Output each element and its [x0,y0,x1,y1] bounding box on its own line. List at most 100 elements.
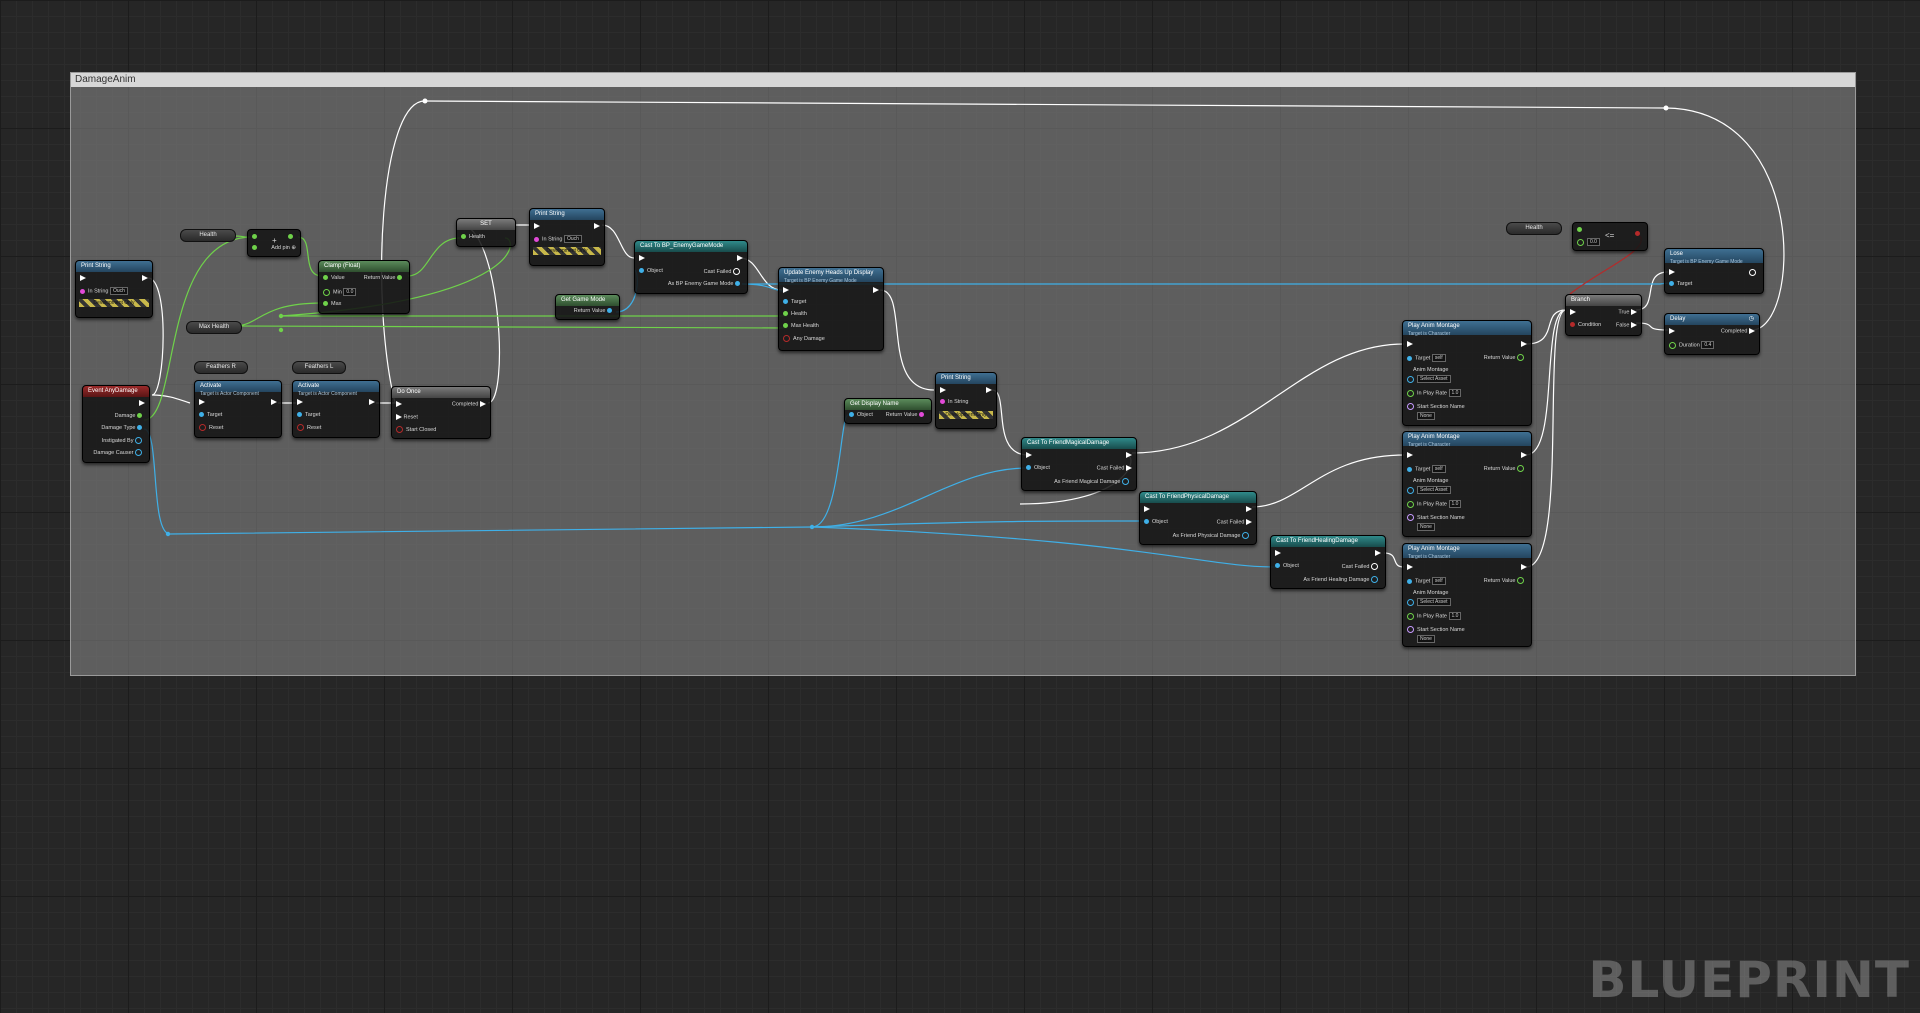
exec-in-pin[interactable] [1669,269,1675,275]
compare-value-field[interactable]: 0.0 [1587,238,1600,246]
exec-in-pin[interactable] [396,401,402,407]
exec-in-pin[interactable] [1144,506,1150,512]
set-health-node[interactable]: SET Health [456,218,516,247]
max-health-variable[interactable]: Max Health [186,321,242,334]
object-pin[interactable] [1242,532,1249,539]
exec-out-pin[interactable] [1521,452,1527,458]
object-pin[interactable] [1026,465,1031,471]
comment-title[interactable]: DamageAnim [71,73,1855,87]
event-any-damage-node[interactable]: Event AnyDamage Damage Damage Type Insti… [82,385,150,463]
float-pin[interactable] [1517,354,1524,361]
print-string-node-2[interactable]: Print String In String Ouch Development … [529,208,605,266]
min-value-field[interactable]: 0.0 [343,288,357,296]
object-pin[interactable] [199,412,204,418]
health-variable-2[interactable]: Health [1506,222,1562,235]
float-pin[interactable] [323,275,328,281]
exec-out-pin[interactable] [1375,550,1381,556]
play-anim-montage-node-3[interactable]: Play Anim Montage Target is Character Tar… [1402,543,1532,647]
add-node[interactable]: + Add pin ⊕ [247,229,301,257]
string-pin[interactable] [940,399,945,405]
object-pin[interactable] [137,425,142,431]
feathers-l-variable[interactable]: Feathers L [292,361,346,374]
cast-to-friend-physical-damage-node[interactable]: Cast To FriendPhysicalDamage Object Cast… [1139,491,1257,545]
update-enemy-hud-node[interactable]: Update Enemy Heads Up Display Target is B… [778,267,884,351]
bool-pin[interactable] [1570,322,1575,328]
get-display-name-node[interactable]: Get Display Name Object Return Value [844,398,932,424]
float-pin[interactable] [397,275,402,281]
float-pin[interactable] [1669,341,1676,349]
object-pin[interactable] [1669,281,1674,287]
object-pin[interactable] [135,437,142,444]
float-pin[interactable] [1407,500,1414,508]
duration-field[interactable]: 0.4 [1701,341,1715,349]
exec-in-pin[interactable] [1026,452,1032,458]
object-pin[interactable] [1407,466,1412,472]
play-rate-field[interactable]: 1.0 [1448,389,1462,397]
object-pin[interactable] [639,268,644,274]
exec-in-pin[interactable] [199,399,205,405]
exec-out-pin[interactable] [733,268,740,275]
name-pin[interactable] [1407,626,1414,633]
clamp-float-node[interactable]: Clamp (Float) Value Return Value Min 0.0… [318,260,410,314]
section-name-field[interactable]: None [1417,412,1435,420]
cast-to-friend-healing-damage-node[interactable]: Cast To FriendHealingDamage Object Cast … [1270,535,1386,589]
name-pin[interactable] [1407,514,1414,521]
branch-node[interactable]: Branch True Condition False [1565,294,1642,336]
float-pin[interactable] [1517,465,1524,472]
bool-pin[interactable] [297,424,304,431]
exec-in-pin[interactable] [1570,309,1576,315]
exec-in-pin[interactable] [639,255,645,261]
object-pin[interactable] [1407,598,1414,606]
play-anim-montage-node-1[interactable]: Play Anim Montage Target is Character Tar… [1402,320,1532,426]
float-pin[interactable] [252,245,257,251]
cast-to-enemy-game-mode-node[interactable]: Cast To BP_EnemyGameMode Object Cast Fai… [634,240,748,294]
exec-in-pin[interactable] [783,287,789,293]
name-pin[interactable] [1407,403,1414,410]
target-self-field[interactable]: self [1431,354,1446,362]
target-self-field[interactable]: self [1431,577,1446,585]
health-variable[interactable]: Health [180,229,236,242]
object-pin[interactable] [735,281,740,287]
exec-out-pin[interactable] [1126,452,1132,458]
get-game-mode-node[interactable]: Get Game Mode Return Value [555,294,620,320]
reset-exec-pin[interactable] [396,414,402,420]
exec-out-pin[interactable] [480,401,486,407]
float-pin[interactable] [1577,238,1584,246]
play-rate-field[interactable]: 1.0 [1448,500,1462,508]
float-pin[interactable] [1407,389,1414,397]
exec-out-pin[interactable] [139,400,145,406]
exec-out-pin[interactable] [873,287,879,293]
section-name-field[interactable]: None [1417,635,1435,643]
target-self-field[interactable]: self [1431,465,1446,473]
object-pin[interactable] [783,299,788,305]
exec-in-pin[interactable] [297,399,303,405]
exec-out-pin[interactable] [986,387,992,393]
object-pin[interactable] [1371,576,1378,583]
cast-to-friend-magical-damage-node[interactable]: Cast To FriendMagicalDamage Object Cast … [1021,437,1137,491]
object-pin[interactable] [1122,478,1129,485]
string-value-field[interactable]: Ouch [564,235,582,243]
asset-picker[interactable]: Select Asset [1417,375,1451,383]
string-pin[interactable] [919,412,924,418]
float-pin[interactable] [323,301,328,307]
exec-out-pin[interactable] [1631,322,1637,328]
bool-pin[interactable] [396,426,403,433]
object-pin[interactable] [1407,355,1412,361]
delay-node[interactable]: Delay ◷ Completed Duration 0.4 [1664,313,1760,355]
exec-out-pin[interactable] [1749,328,1755,334]
object-pin[interactable] [135,449,142,456]
exec-out-pin[interactable] [1631,309,1637,315]
section-name-field[interactable]: None [1417,523,1435,531]
exec-in-pin[interactable] [80,275,86,281]
activate-node-1[interactable]: Activate Target is Actor Component Target… [194,380,282,438]
exec-out-pin[interactable] [594,223,600,229]
activate-node-2[interactable]: Activate Target is Actor Component Target… [292,380,380,438]
object-pin[interactable] [1407,375,1414,383]
play-rate-field[interactable]: 1.0 [1448,612,1462,620]
object-pin[interactable] [1407,486,1414,494]
exec-out-pin[interactable] [1749,269,1756,276]
exec-in-pin[interactable] [1275,550,1281,556]
object-pin[interactable] [297,412,302,418]
exec-out-pin[interactable] [1126,465,1132,471]
string-pin[interactable] [534,236,539,242]
